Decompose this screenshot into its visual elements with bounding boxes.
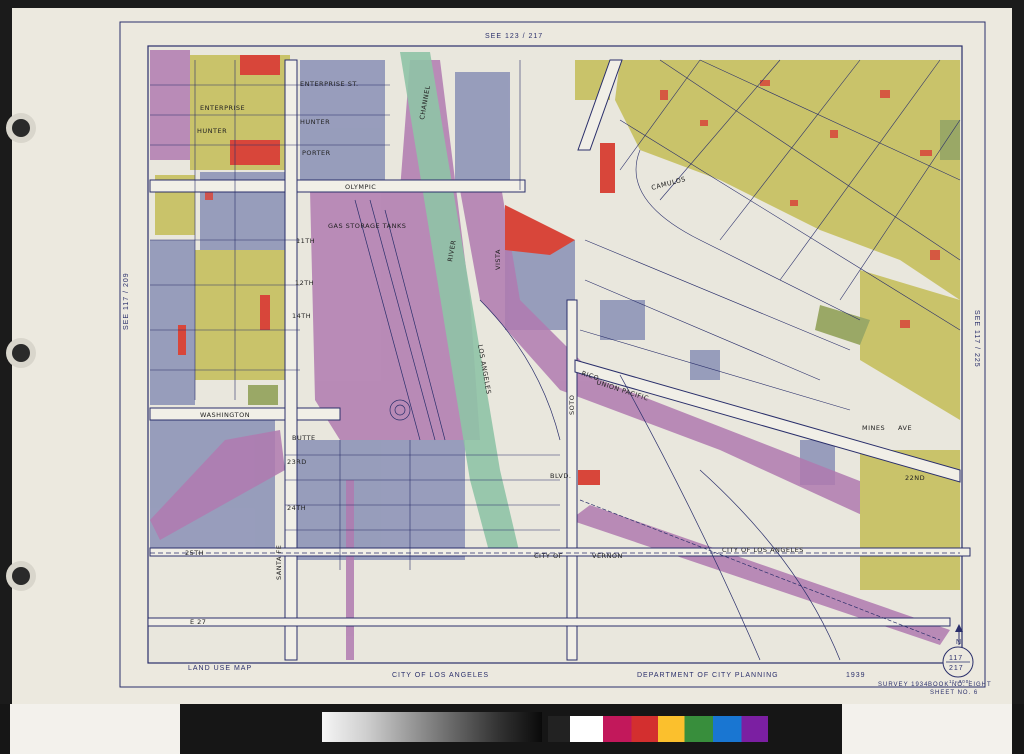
street-label-11th: 11TH (296, 237, 315, 245)
street-label-hunter: HUNTER (300, 118, 330, 126)
right-reference: SEE 117 / 225 (973, 310, 980, 368)
street-label-soto: SOTO (568, 395, 576, 415)
gas-storage-label: GAS STORAGE TANKS (328, 222, 406, 230)
street-label-22nd: 22ND (905, 474, 925, 482)
street-label-santa-fe: SANTA FE (275, 545, 283, 580)
street-label-vista: VISTA (494, 249, 502, 270)
street-label-blvd: BLVD. (550, 472, 571, 480)
department-label: DEPARTMENT OF CITY PLANNING (637, 672, 779, 679)
street-label-olympic: OLYMPIC (345, 183, 376, 191)
scan-paper-right (842, 704, 1012, 754)
street-label-washington: WASHINGTON (200, 411, 250, 419)
scale-label: 1"=300' (949, 679, 971, 684)
map-year: 1939 (846, 672, 866, 679)
street-label-porter: PORTER (302, 149, 331, 157)
street-label-city-of: CITY OF (534, 552, 563, 560)
color-card (548, 716, 768, 742)
street-label-enterprise: ENTERPRISE ST. (300, 80, 359, 88)
street-label-enterprise-west: ENTERPRISE (200, 104, 245, 112)
index-bottom: 217 (949, 665, 964, 672)
scan-paper-left (10, 704, 180, 754)
street-label-14th: 14TH (292, 312, 311, 320)
header-reference: SEE 123 / 217 (485, 33, 543, 40)
street-label-23rd: 23RD (287, 458, 307, 466)
street-label-e27: E 27 (190, 618, 206, 626)
left-reference: SEE 117 / 209 (123, 272, 130, 330)
map-type-label: LAND USE MAP (188, 665, 252, 672)
index-top: 117 (949, 655, 963, 662)
street-label-25th: 25TH (185, 549, 204, 557)
city-label: CITY OF LOS ANGELES (392, 672, 489, 679)
street-label-hunter-west: HUNTER (197, 127, 227, 135)
street-label-butte: BUTTE (292, 434, 316, 442)
street-label-24th: 24TH (287, 504, 306, 512)
scanner-strip (0, 704, 1024, 754)
index-circle: 117 217 1"=300' (942, 646, 974, 684)
north-label: N (956, 639, 962, 646)
land-use-map: SEE 123 / 217 SEE 117 / 209 SEE 117 / 22… (119, 21, 991, 696)
street-label-12th: 12TH (295, 279, 314, 287)
survey-label: SURVEY 1934 (878, 682, 928, 688)
sheet-number: SHEET NO. 6 (930, 690, 978, 696)
street-label-vernon: VERNON (592, 552, 623, 560)
grayscale-card (322, 712, 542, 742)
street-label-mines: MINES (862, 424, 885, 432)
street-label-ave: AVE (898, 424, 912, 432)
street-label-city-la: CITY OF LOS ANGELES (722, 546, 804, 554)
